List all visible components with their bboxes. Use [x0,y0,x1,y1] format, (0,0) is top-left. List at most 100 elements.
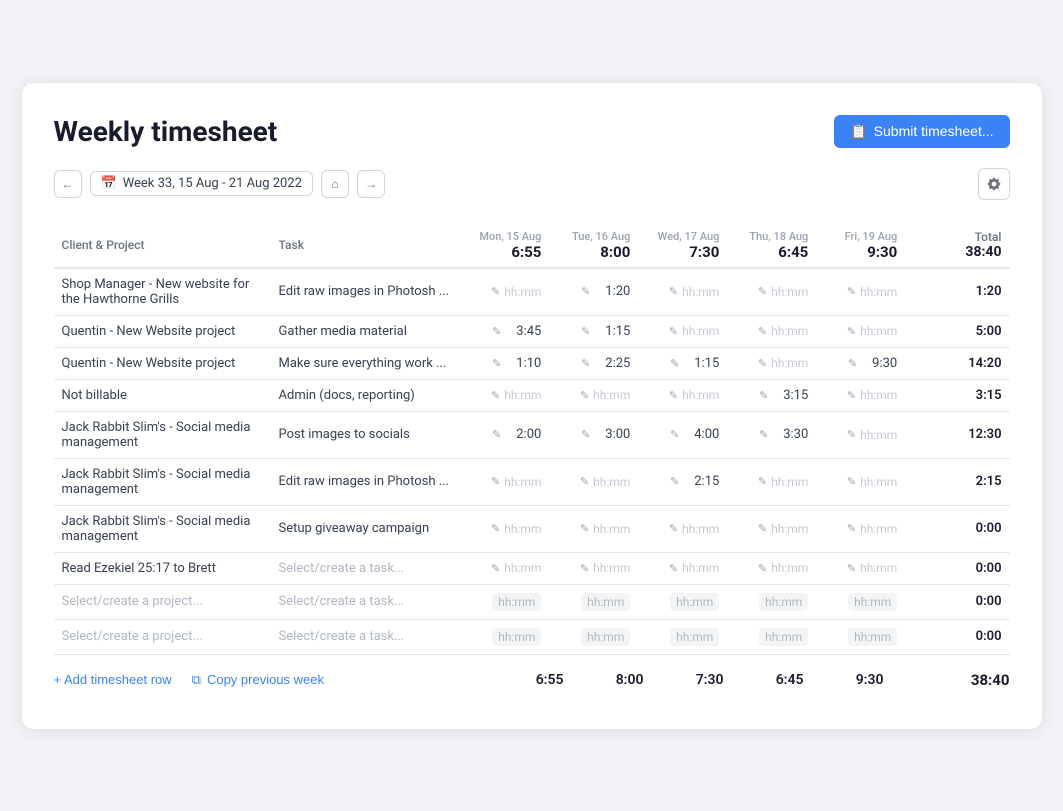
time-edit-icon[interactable]: ✎ [759,389,768,402]
time-cell[interactable]: ✎hh:mm [460,552,549,584]
time-edit-icon[interactable]: ✎ [491,522,500,535]
empty-project-cell[interactable]: Select/create a project... [54,619,271,654]
task-cell[interactable]: Select/create a task... [271,552,461,584]
task-cell[interactable]: Gather media material [271,315,461,347]
time-cell[interactable]: ✎hh:mm [549,505,638,552]
time-edit-icon[interactable]: ✎ [847,389,856,402]
task-cell[interactable]: Make sure everything work ... [271,347,461,379]
time-cell[interactable]: ✎hh:mm [638,379,727,411]
time-edit-icon[interactable]: ✎ [492,428,501,441]
time-cell[interactable]: ✎3:45 [460,315,549,347]
time-cell[interactable]: ✎3:30 [727,411,816,458]
time-cell[interactable]: ✎hh:mm [727,505,816,552]
time-cell[interactable]: ✎hh:mm [816,458,905,505]
empty-time-cell[interactable]: hh:mm [549,619,638,654]
time-edit-icon[interactable]: ✎ [847,562,856,575]
project-cell[interactable]: Jack Rabbit Slim's - Social media manage… [54,505,271,552]
next-week-button[interactable]: → [357,170,385,198]
time-cell[interactable]: ✎hh:mm [816,552,905,584]
time-edit-icon[interactable]: ✎ [581,428,590,441]
time-cell[interactable]: ✎hh:mm [727,268,816,316]
project-cell[interactable]: Quentin - New Website project [54,347,271,379]
time-edit-icon[interactable]: ✎ [580,389,589,402]
task-cell[interactable]: Admin (docs, reporting) [271,379,461,411]
project-cell[interactable]: Not billable [54,379,271,411]
time-cell[interactable]: ✎3:15 [727,379,816,411]
time-edit-icon[interactable]: ✎ [492,357,501,370]
time-edit-icon[interactable]: ✎ [759,428,768,441]
project-cell[interactable]: Read Ezekiel 25:17 to Brett [54,552,271,584]
time-cell[interactable]: ✎hh:mm [727,458,816,505]
project-cell[interactable]: Jack Rabbit Slim's - Social media manage… [54,458,271,505]
time-cell[interactable]: ✎hh:mm [638,315,727,347]
project-cell[interactable]: Jack Rabbit Slim's - Social media manage… [54,411,271,458]
time-cell[interactable]: ✎hh:mm [460,379,549,411]
empty-task-cell[interactable]: Select/create a task... [271,619,461,654]
time-edit-icon[interactable]: ✎ [581,325,590,338]
empty-time-cell[interactable]: hh:mm [638,619,727,654]
prev-week-button[interactable]: ← [54,170,82,198]
time-cell[interactable]: ✎hh:mm [727,315,816,347]
time-edit-icon[interactable]: ✎ [758,562,767,575]
time-edit-icon[interactable]: ✎ [758,357,767,370]
empty-task-cell[interactable]: Select/create a task... [271,584,461,619]
project-cell[interactable]: Quentin - New Website project [54,315,271,347]
time-edit-icon[interactable]: ✎ [847,285,856,298]
time-edit-icon[interactable]: ✎ [669,325,678,338]
time-cell[interactable]: ✎1:15 [549,315,638,347]
time-edit-icon[interactable]: ✎ [758,325,767,338]
time-cell[interactable]: ✎1:20 [549,268,638,316]
empty-time-cell[interactable]: hh:mm [816,584,905,619]
time-cell[interactable]: ✎hh:mm [816,268,905,316]
time-cell[interactable]: ✎hh:mm [638,505,727,552]
task-cell[interactable]: Setup giveaway campaign [271,505,461,552]
time-edit-icon[interactable]: ✎ [669,285,678,298]
time-cell[interactable]: ✎hh:mm [727,552,816,584]
time-cell[interactable]: ✎hh:mm [816,505,905,552]
time-cell[interactable]: ✎4:00 [638,411,727,458]
time-edit-icon[interactable]: ✎ [669,562,678,575]
time-cell[interactable]: ✎hh:mm [549,379,638,411]
time-cell[interactable]: ✎hh:mm [549,458,638,505]
empty-time-cell[interactable]: hh:mm [549,584,638,619]
time-cell[interactable]: ✎hh:mm [816,379,905,411]
time-edit-icon[interactable]: ✎ [492,325,501,338]
submit-timesheet-button[interactable]: 📋 Submit timesheet... [834,115,1009,148]
time-cell[interactable]: ✎hh:mm [549,552,638,584]
project-cell[interactable]: Shop Manager - New website for the Hawth… [54,268,271,316]
time-cell[interactable]: ✎1:10 [460,347,549,379]
empty-time-cell[interactable]: hh:mm [460,619,549,654]
time-edit-icon[interactable]: ✎ [491,475,500,488]
add-timesheet-row-button[interactable]: + Add timesheet row [54,672,172,687]
time-edit-icon[interactable]: ✎ [847,325,856,338]
time-edit-icon[interactable]: ✎ [670,475,679,488]
empty-time-cell[interactable]: hh:mm [727,619,816,654]
settings-button[interactable] [978,168,1010,200]
task-cell[interactable]: Post images to socials [271,411,461,458]
time-cell[interactable]: ✎3:00 [549,411,638,458]
time-cell[interactable]: ✎1:15 [638,347,727,379]
time-cell[interactable]: ✎hh:mm [638,268,727,316]
time-edit-icon[interactable]: ✎ [491,285,500,298]
empty-time-cell[interactable]: hh:mm [638,584,727,619]
time-edit-icon[interactable]: ✎ [848,357,857,370]
time-cell[interactable]: ✎hh:mm [638,552,727,584]
time-edit-icon[interactable]: ✎ [669,522,678,535]
time-edit-icon[interactable]: ✎ [581,285,590,298]
time-edit-icon[interactable]: ✎ [670,357,679,370]
time-edit-icon[interactable]: ✎ [758,475,767,488]
time-cell[interactable]: ✎2:25 [549,347,638,379]
time-edit-icon[interactable]: ✎ [847,522,856,535]
task-cell[interactable]: Edit raw images in Photosh ... [271,458,461,505]
home-week-button[interactable]: ⌂ [321,170,349,198]
empty-time-cell[interactable]: hh:mm [816,619,905,654]
time-cell[interactable]: ✎hh:mm [816,315,905,347]
time-cell[interactable]: ✎9:30 [816,347,905,379]
empty-time-cell[interactable]: hh:mm [460,584,549,619]
empty-project-cell[interactable]: Select/create a project... [54,584,271,619]
time-cell[interactable]: ✎hh:mm [816,411,905,458]
time-cell[interactable]: ✎2:15 [638,458,727,505]
time-cell[interactable]: ✎2:00 [460,411,549,458]
time-cell[interactable]: ✎hh:mm [460,458,549,505]
time-cell[interactable]: ✎hh:mm [460,505,549,552]
